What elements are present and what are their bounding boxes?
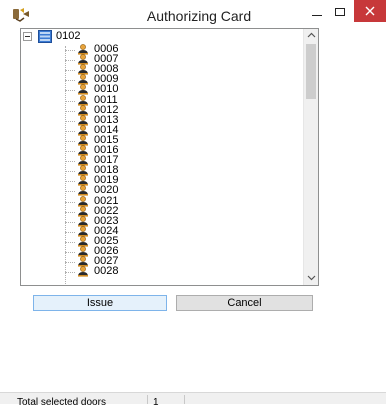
status-bar: Total selected doors 1 xyxy=(0,392,386,408)
person-icon xyxy=(77,266,89,277)
tree-scrollbar[interactable] xyxy=(303,29,318,285)
issue-button[interactable]: Issue xyxy=(33,295,167,311)
cancel-button[interactable]: Cancel xyxy=(176,295,313,311)
window-title: Authorizing Card xyxy=(146,8,252,24)
title-bar: Authorizing Card xyxy=(0,0,386,30)
maximize-icon[interactable] xyxy=(331,4,351,24)
tree-root-label: 0102 xyxy=(56,30,81,42)
minimize-icon[interactable] xyxy=(307,4,327,24)
door-tree-panel: 0102 0006 0007 0008 0009 0010 0011 0012 0013 001… xyxy=(20,28,319,286)
tree-node-label: 0028 xyxy=(94,265,119,278)
close-icon[interactable] xyxy=(354,0,386,22)
scroll-thumb[interactable] xyxy=(306,44,316,99)
scroll-down-icon[interactable] xyxy=(304,271,318,285)
door-tree[interactable]: 0102 0006 0007 0008 0009 0010 0011 0012 0013 001… xyxy=(21,29,303,285)
collapse-icon[interactable] xyxy=(23,32,32,41)
door-group-icon xyxy=(38,30,52,43)
scroll-up-icon[interactable] xyxy=(304,29,318,43)
